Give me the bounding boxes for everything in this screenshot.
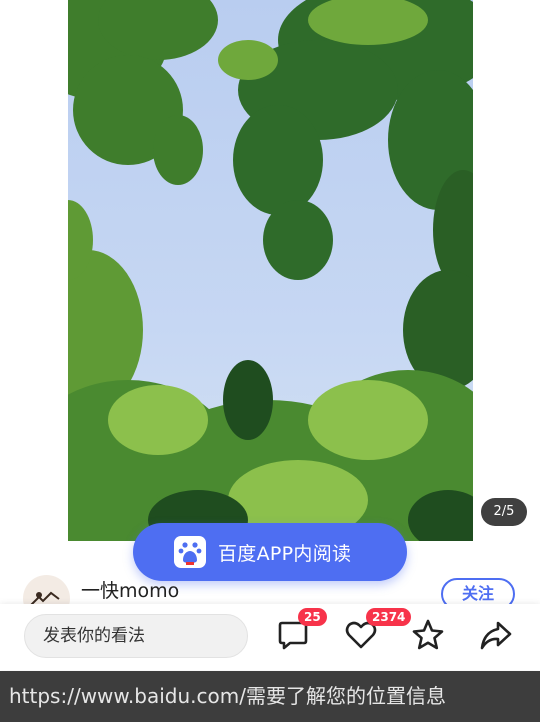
comment-input[interactable]: 发表你的看法 — [24, 614, 248, 658]
comment-count-badge: 25 — [298, 608, 327, 626]
gallery-page-counter: 2/5 — [481, 498, 527, 526]
location-permission-bar[interactable]: https://www.baidu.com/需要了解您的位置信息 — [0, 671, 540, 722]
star-icon — [411, 618, 445, 652]
open-in-app-label: 百度APP内阅读 — [218, 542, 352, 565]
baidu-paw-icon — [174, 536, 206, 568]
share-icon — [479, 618, 513, 652]
like-count-badge: 2374 — [366, 608, 412, 626]
bottom-action-bar: 发表你的看法 25 2374 — [0, 604, 540, 670]
comment-button[interactable]: 25 — [276, 608, 327, 652]
post-photo[interactable] — [68, 0, 473, 541]
like-button[interactable]: 2374 — [344, 608, 412, 652]
tree-canopy-image — [68, 0, 473, 541]
favorite-button[interactable] — [411, 618, 445, 652]
share-button[interactable] — [479, 618, 513, 652]
author-name[interactable]: 一快momo — [81, 576, 179, 603]
